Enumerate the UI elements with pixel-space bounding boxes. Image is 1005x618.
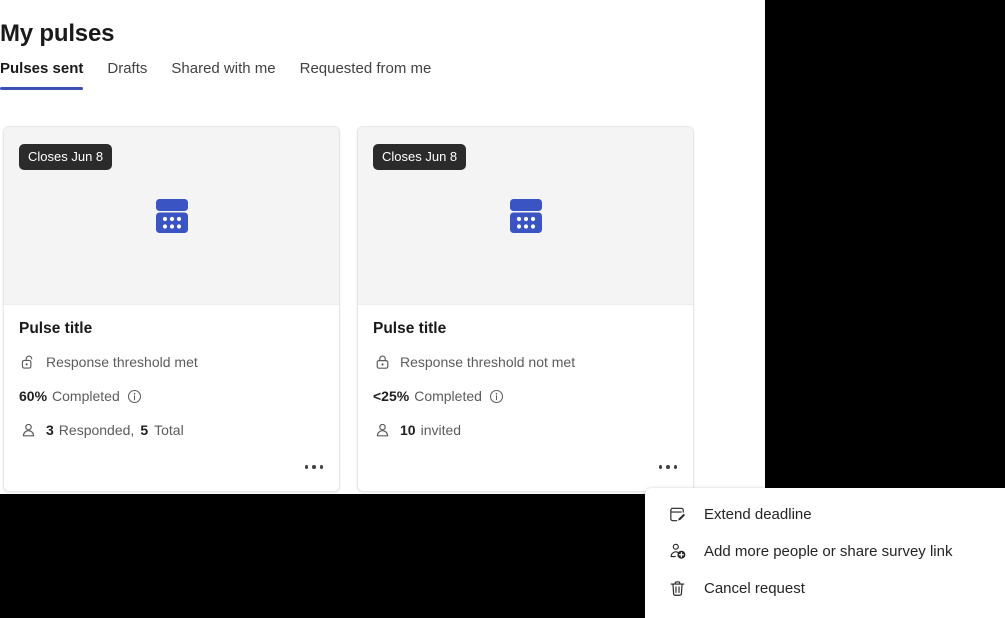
card-hero: Closes Jun 8: [358, 127, 693, 305]
tab-pulses-sent[interactable]: Pulses sent: [0, 54, 95, 84]
menu-item-label: Extend deadline: [704, 506, 812, 523]
person-add-icon: [667, 542, 687, 562]
responded-value: 3: [46, 422, 54, 438]
person-icon: [19, 421, 37, 439]
completion-value: 60%: [19, 388, 47, 404]
menu-item-extend-deadline[interactable]: Extend deadline: [645, 496, 1005, 533]
responded-label: Responded,: [59, 422, 135, 438]
more-options-icon[interactable]: [299, 453, 329, 481]
status-badge: Closes Jun 8: [19, 144, 112, 170]
page-title: My pulses: [0, 16, 114, 52]
tab-shared-with-me[interactable]: Shared with me: [159, 54, 287, 84]
edit-note-icon: [667, 505, 687, 525]
app-surface: My pulses Pulses sent Drafts Shared with…: [0, 0, 765, 494]
tab-label: Requested from me: [300, 54, 432, 84]
lock-closed-icon: [373, 353, 391, 371]
threshold-text: Response threshold not met: [400, 354, 575, 370]
person-icon: [373, 421, 391, 439]
info-icon[interactable]: [127, 389, 142, 404]
respondents-row: 3 Responded, 5 Total: [19, 418, 324, 442]
card-title: Pulse title: [19, 319, 324, 339]
invited-label: invited: [421, 422, 461, 438]
tab-active-indicator: [0, 87, 83, 90]
tab-label: Pulses sent: [0, 54, 83, 84]
calendar-icon: [155, 198, 189, 234]
more-options-icon[interactable]: [653, 453, 683, 481]
tab-requested-from-me[interactable]: Requested from me: [288, 54, 444, 84]
card-hero: Closes Jun 8: [4, 127, 339, 305]
tab-label: Drafts: [107, 54, 147, 84]
more-options-dots: [659, 465, 678, 469]
completion-label: Completed: [52, 388, 120, 404]
card-title: Pulse title: [373, 319, 678, 339]
invited-value: 10: [400, 422, 416, 438]
completion-value: <25%: [373, 388, 409, 404]
tab-label: Shared with me: [171, 54, 275, 84]
menu-item-label: Add more people or share survey link: [704, 543, 952, 560]
threshold-row: Response threshold not met: [373, 350, 678, 374]
more-options-dots: [305, 465, 324, 469]
pulse-card[interactable]: Closes Jun 8 Pulse title: [357, 126, 694, 492]
threshold-row: Response threshold met: [19, 350, 324, 374]
completion-row: <25% Completed: [373, 384, 678, 408]
tab-bar: Pulses sent Drafts Shared with me Reques…: [0, 54, 443, 96]
info-icon[interactable]: [489, 389, 504, 404]
card-body: Pulse title Response threshold not met <…: [358, 305, 693, 491]
card-body: Pulse title Response threshold met 60% C…: [4, 305, 339, 491]
completion-row: 60% Completed: [19, 384, 324, 408]
trash-icon: [667, 579, 687, 599]
menu-item-label: Cancel request: [704, 580, 805, 597]
respondents-row: 10 invited: [373, 418, 678, 442]
tab-drafts[interactable]: Drafts: [95, 54, 159, 84]
calendar-icon: [509, 198, 543, 234]
total-value: 5: [140, 422, 148, 438]
total-label: Total: [154, 422, 184, 438]
completion-label: Completed: [414, 388, 482, 404]
pulse-card[interactable]: Closes Jun 8 Pulse title: [3, 126, 340, 492]
lock-open-icon: [19, 353, 37, 371]
menu-item-cancel-request[interactable]: Cancel request: [645, 570, 1005, 607]
pulse-card-grid: Closes Jun 8 Pulse title: [3, 126, 694, 492]
threshold-text: Response threshold met: [46, 354, 198, 370]
status-badge: Closes Jun 8: [373, 144, 466, 170]
menu-item-add-people[interactable]: Add more people or share survey link: [645, 533, 1005, 570]
context-menu: Extend deadline Add more people or share…: [645, 488, 1005, 618]
